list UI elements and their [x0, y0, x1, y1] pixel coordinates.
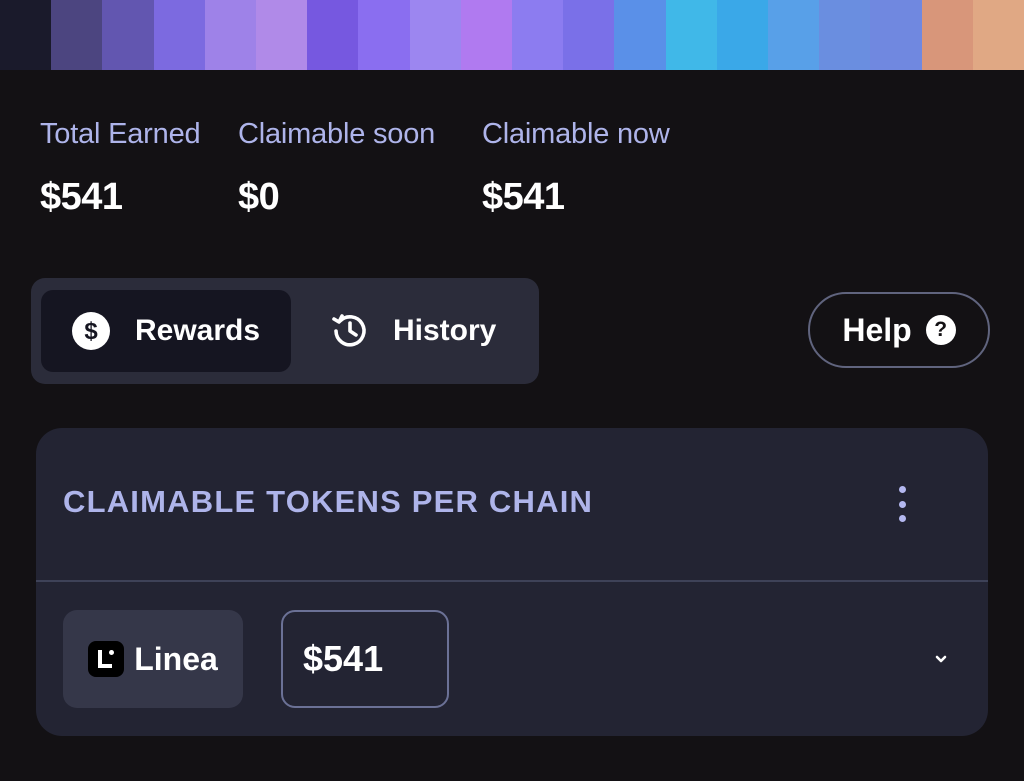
banner-strip: [665, 0, 717, 70]
claimable-tokens-card: CLAIMABLE TOKENS PER CHAIN Linea $541: [36, 428, 988, 736]
stat-claimable-now: Claimable now $541: [482, 118, 670, 219]
banner-strip: [256, 0, 308, 70]
linea-logo-icon: [88, 641, 125, 677]
stat-label: Claimable now: [482, 118, 670, 150]
banner-strip: [921, 0, 973, 70]
tab-history[interactable]: History: [321, 290, 531, 372]
banner-strip: [358, 0, 410, 70]
history-icon: [329, 310, 371, 352]
banner-strip: [102, 0, 154, 70]
tab-rewards-label: Rewards: [135, 314, 261, 347]
stat-claimable-soon: Claimable soon $0: [238, 118, 435, 219]
divider: [36, 580, 988, 582]
banner-strip: [819, 0, 871, 70]
stat-value: $541: [482, 176, 565, 218]
question-circle-icon: ?: [925, 315, 956, 345]
banner-strip: [614, 0, 666, 70]
banner-strip: [153, 0, 205, 70]
banner-strip: [512, 0, 564, 70]
stat-value: $0: [238, 176, 280, 218]
banner-strip: [307, 0, 359, 70]
chain-amount: $541: [281, 610, 449, 708]
dollar-circle-icon: $: [71, 311, 111, 351]
chain-amount-value: $541: [303, 638, 384, 679]
card-title: CLAIMABLE TOKENS PER CHAIN: [63, 484, 594, 519]
banner-strip: [204, 0, 257, 70]
stat-label: Total Earned: [40, 118, 201, 150]
banner-strip: [51, 0, 103, 70]
banner-strip: [972, 0, 1024, 70]
header-banner: [0, 0, 1024, 70]
chain-chip-linea: Linea: [63, 610, 243, 708]
banner-strip: [460, 0, 513, 70]
banner-strip: [716, 0, 769, 70]
banner-strip: [409, 0, 461, 70]
stat-total-earned: Total Earned $541: [40, 118, 201, 219]
tab-bar: $ Rewards History: [31, 278, 539, 384]
banner-strip: [870, 0, 922, 70]
chevron-down-icon[interactable]: [932, 650, 950, 668]
banner-strip: [0, 0, 52, 70]
stat-value: $541: [40, 176, 123, 218]
tab-rewards[interactable]: $ Rewards: [41, 290, 291, 372]
stat-label: Claimable soon: [238, 118, 436, 150]
banner-strip: [563, 0, 615, 70]
chain-name: Linea: [134, 640, 218, 677]
card-header: CLAIMABLE TOKENS PER CHAIN: [36, 428, 988, 580]
banner-strip: [768, 0, 820, 70]
help-button[interactable]: Help ?: [808, 292, 990, 368]
help-button-label: Help: [842, 311, 912, 348]
svg-text:$: $: [84, 318, 98, 345]
more-options-icon[interactable]: [892, 486, 912, 522]
tab-history-label: History: [393, 314, 497, 347]
